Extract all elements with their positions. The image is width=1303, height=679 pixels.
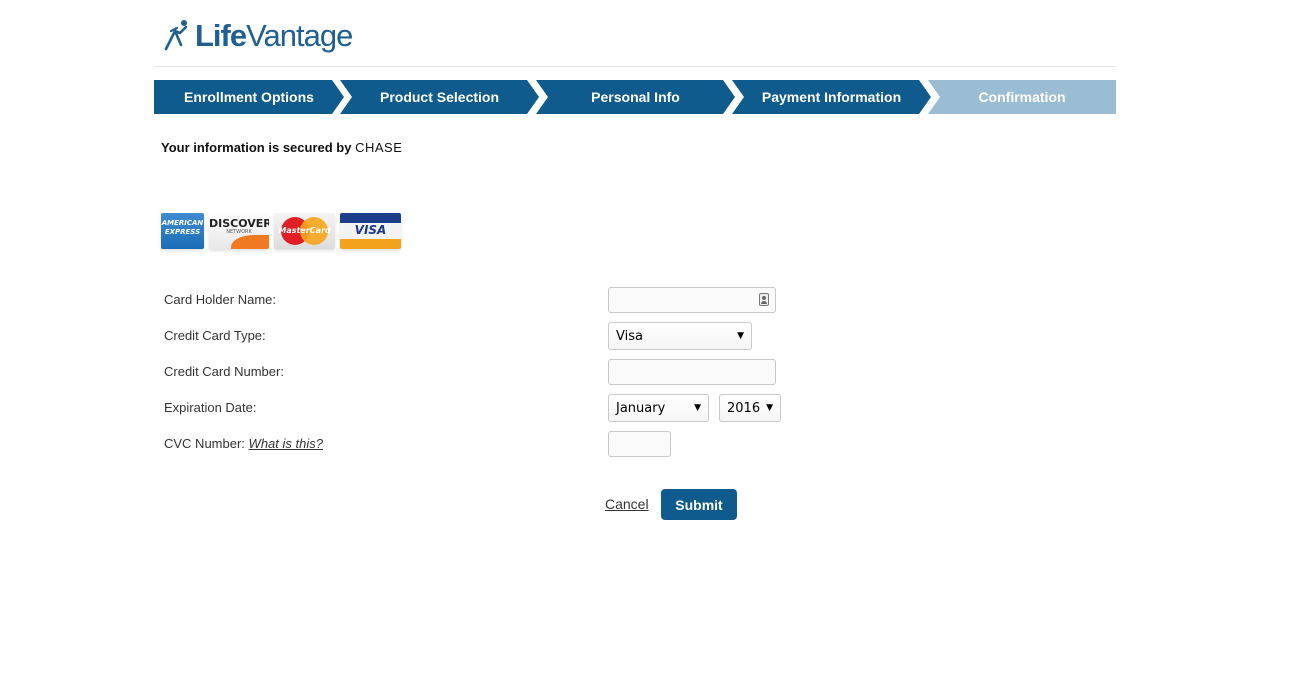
expiration-year-select[interactable]: 2016 ▼ bbox=[719, 394, 781, 422]
submit-button[interactable]: Submit bbox=[661, 489, 737, 520]
secure-notice: Your information is secured by CHASE bbox=[161, 140, 403, 155]
visa-card-logo: VISA bbox=[340, 213, 401, 249]
cvc-input[interactable] bbox=[609, 432, 670, 456]
mastercard-logo: MasterCard bbox=[274, 213, 335, 249]
card-number-field[interactable] bbox=[608, 359, 776, 385]
cvc-help-link[interactable]: What is this? bbox=[249, 436, 323, 451]
dropdown-arrow-icon: ▼ bbox=[766, 403, 773, 413]
cancel-link[interactable]: Cancel bbox=[605, 496, 649, 512]
amex-card-logo: AMERICAN EXPRESS bbox=[161, 213, 204, 249]
runner-icon bbox=[164, 20, 188, 51]
card-holder-label: Card Holder Name: bbox=[164, 292, 276, 307]
accepted-cards: AMERICAN EXPRESS DISCOVER NETWORK Master… bbox=[161, 213, 401, 249]
card-holder-field[interactable] bbox=[608, 287, 776, 313]
expiration-label: Expiration Date: bbox=[164, 400, 257, 415]
expiration-year-value: 2016 bbox=[727, 400, 761, 416]
card-type-label: Credit Card Type: bbox=[164, 328, 266, 343]
step-confirmation: Confirmation bbox=[928, 80, 1116, 114]
cvc-label: CVC Number: What is this? bbox=[164, 436, 323, 451]
discover-card-logo: DISCOVER NETWORK bbox=[209, 213, 269, 249]
step-personal-info: Personal Info bbox=[536, 80, 735, 114]
card-type-value: Visa bbox=[616, 328, 643, 344]
expiration-month-select[interactable]: January ▼ bbox=[608, 394, 709, 422]
expiration-month-value: January bbox=[616, 400, 666, 416]
card-holder-input[interactable] bbox=[609, 288, 775, 312]
lifevantage-logo[interactable]: LifeVantage bbox=[163, 18, 353, 54]
checkout-progress: Enrollment Options Product Selection Per… bbox=[154, 80, 1116, 114]
cvc-field[interactable] bbox=[608, 431, 671, 457]
card-number-input[interactable] bbox=[609, 360, 775, 384]
step-product-selection: Product Selection bbox=[340, 80, 539, 114]
card-number-label: Credit Card Number: bbox=[164, 364, 284, 379]
step-enrollment-options: Enrollment Options bbox=[154, 80, 344, 114]
header-divider bbox=[154, 66, 1116, 67]
dropdown-arrow-icon: ▼ bbox=[694, 403, 701, 413]
card-type-select[interactable]: Visa ▼ bbox=[608, 322, 752, 350]
brand-name: LifeVantage bbox=[195, 18, 353, 53]
dropdown-arrow-icon: ▼ bbox=[737, 331, 744, 341]
step-payment-information: Payment Information bbox=[732, 80, 931, 114]
contact-card-icon[interactable] bbox=[759, 293, 769, 306]
